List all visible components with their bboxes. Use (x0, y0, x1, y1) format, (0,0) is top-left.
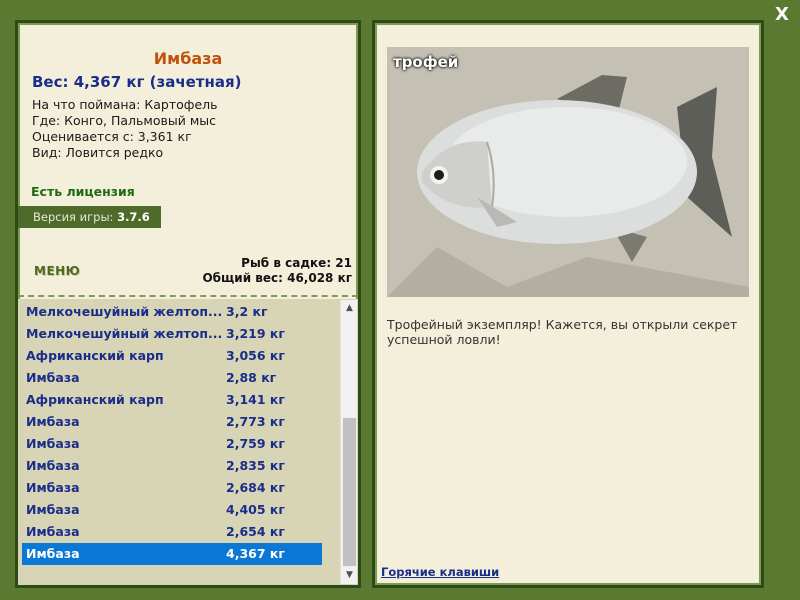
fish-species: Имбаза (26, 458, 80, 473)
version-label: Версия игры: (33, 210, 114, 224)
list-item[interactable]: Имбаза 2,654 кг (22, 521, 322, 543)
divider (18, 295, 358, 297)
fish-weight: Вес: 4,367 кг (зачетная) (32, 73, 242, 91)
license-status: Есть лицензия (31, 184, 135, 199)
list-item[interactable]: Имбаза 2,88 кг (22, 367, 322, 389)
fish-weight-value: 2,88 кг (226, 370, 277, 385)
rarity-info: Вид: Ловится редко (32, 145, 164, 160)
game-version-bar: Версия игры: 3.7.6 (18, 206, 161, 228)
fish-species: Имбаза (26, 370, 80, 385)
fish-weight-value: 2,835 кг (226, 458, 285, 473)
fish-info-panel: Имбаза Вес: 4,367 кг (зачетная) На что п… (15, 20, 361, 588)
trophy-badge: трофей (393, 53, 459, 71)
fish-weight-value: 3,219 кг (226, 326, 285, 341)
list-item[interactable]: Мелкочешуйный желтоп... 3,219 кг (22, 323, 322, 345)
fish-weight-value: 2,759 кг (226, 436, 285, 451)
fish-weight-value: 2,684 кг (226, 480, 285, 495)
trophy-description: Трофейный экземпляр! Кажется, вы открыли… (387, 317, 738, 347)
fish-weight-value: 2,654 кг (226, 524, 285, 539)
fish-species: Имбаза (26, 502, 80, 517)
fish-photo: трофей (387, 47, 749, 297)
scrollbar-thumb[interactable] (343, 418, 356, 566)
list-item[interactable]: Африканский карп 3,056 кг (22, 345, 322, 367)
fish-species: Мелкочешуйный желтоп... (26, 304, 223, 319)
fish-weight-value: 3,2 кг (226, 304, 268, 319)
keep-net-stats: Рыб в садке: 21 Общий вес: 46,028 кг (202, 256, 352, 286)
fish-name-title: Имбаза (153, 49, 223, 68)
chevron-down-icon[interactable]: ▼ (341, 567, 358, 584)
trophy-panel: трофей Трофейный экземпляр! Кажется, вы … (372, 20, 764, 588)
fish-species: Африканский карп (26, 348, 164, 363)
fish-weight-value: 4,367 кг (226, 546, 285, 561)
list-item[interactable]: Имбаза 2,773 кг (22, 411, 322, 433)
list-item[interactable]: Имбаза 2,835 кг (22, 455, 322, 477)
list-item[interactable]: Имбаза 4,405 кг (22, 499, 322, 521)
fish-species: Имбаза (26, 436, 80, 451)
fish-species: Имбаза (26, 414, 80, 429)
fish-species: Африканский карп (26, 392, 164, 407)
fish-weight-value: 2,773 кг (226, 414, 285, 429)
fish-image (387, 47, 749, 297)
valuation-info: Оценивается с: 3,361 кг (32, 129, 192, 144)
chevron-up-icon[interactable]: ▲ (341, 300, 358, 317)
fish-species: Мелкочешуйный желтоп... (26, 326, 223, 341)
menu-button[interactable]: МЕНЮ (34, 264, 80, 278)
list-item[interactable]: Имбаза 4,367 кг (22, 543, 322, 565)
fish-species: Имбаза (26, 480, 80, 495)
fish-weight-value: 3,056 кг (226, 348, 285, 363)
catch-list-scrollbar[interactable]: ▲ ▼ (340, 300, 357, 584)
catch-list[interactable]: Мелкочешуйный желтоп... 3,2 кг Мелкочешуйн… (18, 299, 358, 585)
list-item[interactable]: Имбаза 2,759 кг (22, 433, 322, 455)
fish-weight-value: 3,141 кг (226, 392, 285, 407)
version-value: 3.7.6 (117, 210, 150, 224)
location-info: Где: Конго, Пальмовый мыс (32, 113, 216, 128)
list-item[interactable]: Имбаза 2,684 кг (22, 477, 322, 499)
list-item[interactable]: Африканский карп 3,141 кг (22, 389, 322, 411)
fish-species: Имбаза (26, 524, 80, 539)
fish-count: Рыб в садке: 21 (241, 256, 352, 270)
fish-species: Имбаза (26, 546, 80, 561)
close-icon[interactable]: X (772, 4, 792, 26)
bait-info: На что поймана: Картофель (32, 97, 218, 112)
fish-weight-value: 4,405 кг (226, 502, 285, 517)
list-item[interactable]: Мелкочешуйный желтоп... 3,2 кг (22, 301, 322, 323)
hotkeys-link[interactable]: Горячие клавиши (381, 565, 499, 579)
total-weight: Общий вес: 46,028 кг (202, 271, 352, 285)
